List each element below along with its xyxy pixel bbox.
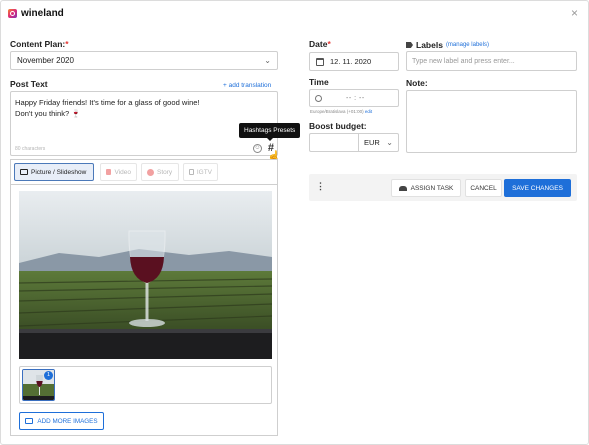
post-image [19, 191, 272, 359]
content-plan-value: November 2020 [17, 56, 74, 65]
tag-icon [406, 42, 413, 48]
required-mark: * [65, 39, 69, 49]
emoji-icon[interactable]: ☺ [253, 144, 262, 153]
date-field[interactable]: 12. 11. 2020 [309, 52, 399, 71]
tab-igtv[interactable]: IGTV [183, 163, 218, 181]
date-label: Date* [309, 39, 331, 49]
close-icon[interactable]: × [571, 7, 578, 19]
date-value: 12. 11. 2020 [330, 57, 372, 66]
post-text-line-1: Happy Friday friends! It's time for a gl… [15, 98, 200, 107]
thumbnail-order-badge: 1 [44, 371, 53, 380]
clock-icon [315, 94, 322, 102]
tab-label: Video [114, 168, 131, 176]
tab-label: Story [157, 168, 173, 176]
labels-input[interactable]: Type new label and press enter... [406, 51, 577, 71]
boost-budget-label: Boost budget: [309, 121, 367, 131]
add-translation-link[interactable]: + add translation [223, 82, 271, 89]
currency-value: EUR [364, 138, 380, 147]
timezone-edit-link[interactable]: edit [365, 109, 372, 114]
date-label-text: Date [309, 39, 328, 49]
timezone-info: Europe/Bratislava (+01:00) edit [310, 109, 372, 114]
add-more-images-label: ADD MORE IMAGES [37, 417, 98, 425]
calendar-icon [316, 57, 324, 66]
story-icon [147, 168, 154, 176]
tab-label: IGTV [196, 168, 212, 176]
boost-budget-input[interactable] [309, 133, 359, 152]
brand: wineland [8, 8, 64, 19]
char-count: 80 characters [15, 146, 46, 152]
content-plan-label: Content Plan:* [10, 39, 69, 49]
image-icon [25, 418, 34, 424]
currency-select[interactable]: EUR ⌄ [358, 133, 399, 152]
note-field[interactable] [406, 90, 577, 153]
post-text-content: Happy Friday friends! It's time for a gl… [15, 97, 255, 119]
assign-task-label: ASSIGN TASK [410, 184, 454, 192]
instagram-icon [8, 9, 17, 18]
tab-story[interactable]: Story [141, 163, 179, 181]
more-options-icon[interactable]: ⋮ [316, 182, 325, 191]
image-icon [20, 169, 28, 175]
assign-task-button[interactable]: ASSIGN TASK [391, 179, 461, 197]
tab-label: Picture / Slideshow [31, 168, 87, 176]
media-type-tabs: Picture / Slideshow Video Story IGTV [10, 159, 278, 184]
post-text-label: Post Text [10, 79, 48, 89]
people-icon [398, 185, 407, 191]
timezone-text: Europe/Bratislava (+01:00) [310, 109, 364, 114]
action-bar: ⋮ ASSIGN TASK CANCEL SAVE CHANGES [309, 174, 577, 201]
manage-labels-link[interactable]: (manage labels) [446, 42, 489, 48]
igtv-icon [189, 169, 194, 175]
cancel-button[interactable]: CANCEL [465, 179, 502, 197]
post-text-line-2: Don't you think? 🍷 [15, 109, 81, 118]
required-mark: * [327, 39, 331, 49]
post-text-field[interactable]: Happy Friday friends! It's time for a gl… [10, 91, 278, 156]
time-label: Time [309, 77, 329, 87]
add-more-images-button[interactable]: ADD MORE IMAGES [19, 412, 104, 430]
tab-picture-slideshow[interactable]: Picture / Slideshow [14, 163, 94, 181]
tab-video[interactable]: Video [100, 163, 137, 181]
image-thumbnail[interactable]: 1 [22, 369, 55, 401]
post-editor-dialog: wineland × Content Plan:* November 2020 … [0, 0, 589, 445]
content-plan-select[interactable]: November 2020 ⌄ [10, 51, 278, 70]
video-icon [106, 169, 112, 175]
time-value: -- : -- [346, 94, 365, 102]
chevron-down-icon: ⌄ [386, 138, 393, 147]
content-plan-label-text: Content Plan: [10, 39, 66, 49]
image-thumbnails: 1 [19, 366, 272, 404]
labels-label: Labels [416, 40, 443, 50]
brand-name: wineland [21, 8, 64, 19]
hashtags-presets-tooltip: Hashtags Presets [239, 123, 301, 141]
note-label: Note: [406, 78, 428, 88]
chevron-down-icon: ⌄ [264, 56, 271, 65]
wine-glass-vineyard-photo [19, 191, 272, 359]
time-field[interactable]: -- : -- [309, 89, 399, 107]
media-panel: 1 ADD MORE IMAGES [10, 184, 278, 436]
save-changes-button[interactable]: SAVE CHANGES [504, 179, 571, 197]
labels-header: Labels (manage labels) [406, 40, 489, 50]
